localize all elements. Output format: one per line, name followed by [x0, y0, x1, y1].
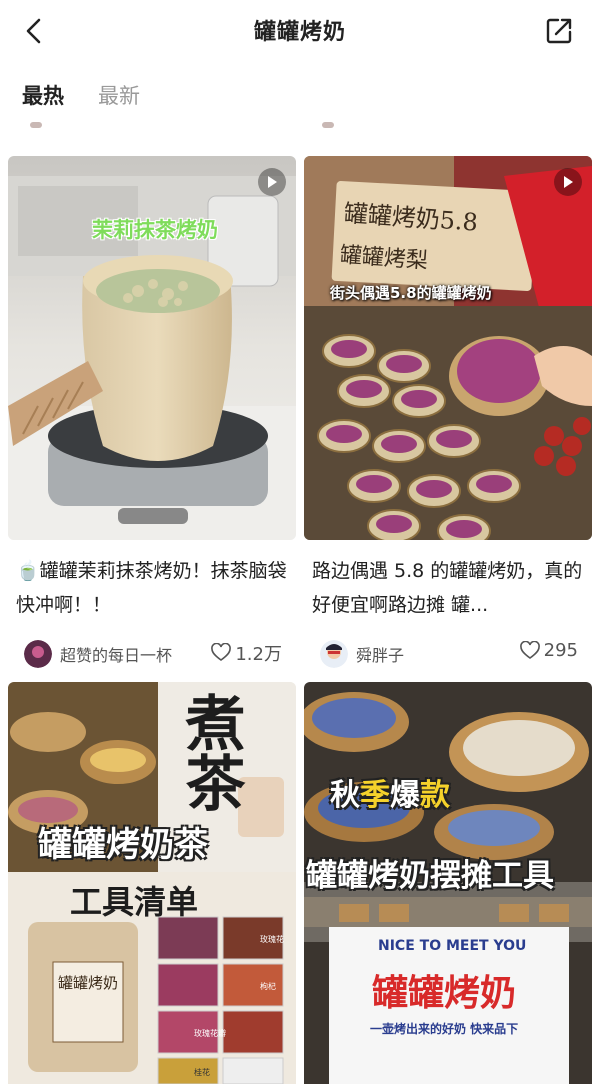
jar-label: 玫瑰花 — [260, 935, 284, 944]
feed-card[interactable]: 罐罐烤奶5.8 罐罐烤梨 街头偶遇5.8的罐罐烤奶 路边偶遇 5.8 的罐罐烤奶… — [304, 156, 592, 676]
tab-hottest[interactable]: 最热 — [22, 80, 64, 110]
cup-label-text: 罐罐烤奶 — [58, 974, 119, 992]
avatar[interactable] — [24, 640, 52, 668]
feed-card[interactable]: 煮茶 罐罐烤奶茶 工具清单 罐罐烤奶 玫瑰花 枸杞 玫瑰花瓣 桂花 — [8, 682, 296, 1084]
card-meta: 舜胖子 295 — [304, 636, 592, 676]
like-count: 1.2万 — [235, 644, 282, 665]
share-button[interactable] — [542, 14, 576, 48]
like-count: 295 — [543, 640, 578, 661]
card-cover-image: 秋季爆款 罐罐烤奶摆摊工具 NICE TO MEET YOU 罐罐烤奶 一壶烤出… — [304, 682, 592, 1084]
app-root: 罐罐烤奶 最热 最新 茉莉抹茶烤奶 🍵罐罐茉莉抹茶烤奶！抹茶脑袋快冲啊！！ 超赞… — [0, 0, 600, 1084]
page-title: 罐罐烤奶 — [253, 20, 346, 45]
cover-overlay-text: 罐罐烤奶茶 — [38, 825, 208, 865]
avatar[interactable] — [320, 640, 348, 668]
banner-subtitle-text: 一壶烤出来的好奶 快来品下 — [370, 1022, 519, 1036]
heart-icon — [211, 643, 232, 661]
cover-overlay-text: 罐罐烤奶摆摊工具 — [306, 858, 554, 894]
card-title: 路边偶遇 5.8 的罐罐烤奶，真的好便宜啊路边摊 罐... — [312, 560, 583, 616]
card-cover-image: 煮茶 罐罐烤奶茶 工具清单 罐罐烤奶 玫瑰花 枸杞 玫瑰花瓣 桂花 — [8, 682, 296, 1084]
heart-icon — [519, 640, 540, 659]
jar-label: 玫瑰花瓣 — [194, 1029, 226, 1038]
like-button[interactable]: 295 — [519, 640, 578, 661]
jar-label: 桂花 — [194, 1068, 210, 1077]
brush-text: 煮茶 — [175, 692, 245, 812]
card-title: 🍵罐罐茉莉抹茶烤奶！抹茶脑袋快冲啊！！ — [16, 560, 287, 616]
cover-overlay-text: 茉莉抹茶烤奶 — [92, 217, 218, 242]
banner-title-text: 罐罐烤奶 — [372, 972, 517, 1014]
banner-english-text: NICE TO MEET YOU — [378, 938, 527, 954]
feed-card[interactable]: 茉莉抹茶烤奶 🍵罐罐茉莉抹茶烤奶！抹茶脑袋快冲啊！！ 超赞的每日一杯 1.2万 — [8, 156, 296, 676]
sign-text-2: 罐罐烤梨 — [339, 242, 429, 275]
sort-tabs: 最热 最新 — [0, 70, 600, 122]
card-meta: 超赞的每日一杯 1.2万 — [8, 636, 296, 676]
like-button[interactable]: 1.2万 — [211, 640, 282, 666]
jar-label: 枸杞 — [260, 982, 276, 991]
author-name[interactable]: 舜胖子 — [356, 642, 404, 666]
video-badge — [554, 168, 582, 196]
top-bar: 罐罐烤奶 — [0, 0, 600, 62]
share-icon — [546, 18, 572, 44]
cover-overlay-text: 秋季爆款 — [330, 778, 450, 813]
play-icon — [564, 176, 573, 188]
card-cover-image: 茉莉抹茶烤奶 — [8, 156, 296, 540]
cover-overlay-text: 街头偶遇5.8的罐罐烤奶 — [330, 284, 492, 302]
video-badge — [258, 168, 286, 196]
previous-row-edge — [0, 120, 600, 134]
cover-overlay-text: 工具清单 — [70, 883, 199, 921]
play-icon — [268, 176, 277, 188]
tab-newest[interactable]: 最新 — [98, 80, 140, 110]
feed-card[interactable]: 秋季爆款 罐罐烤奶摆摊工具 NICE TO MEET YOU 罐罐烤奶 一壶烤出… — [304, 682, 592, 1084]
tea-emoji-icon: 🍵 — [16, 560, 40, 582]
card-cover-image: 罐罐烤奶5.8 罐罐烤梨 街头偶遇5.8的罐罐烤奶 — [304, 156, 592, 540]
author-name[interactable]: 超赞的每日一杯 — [60, 642, 172, 666]
